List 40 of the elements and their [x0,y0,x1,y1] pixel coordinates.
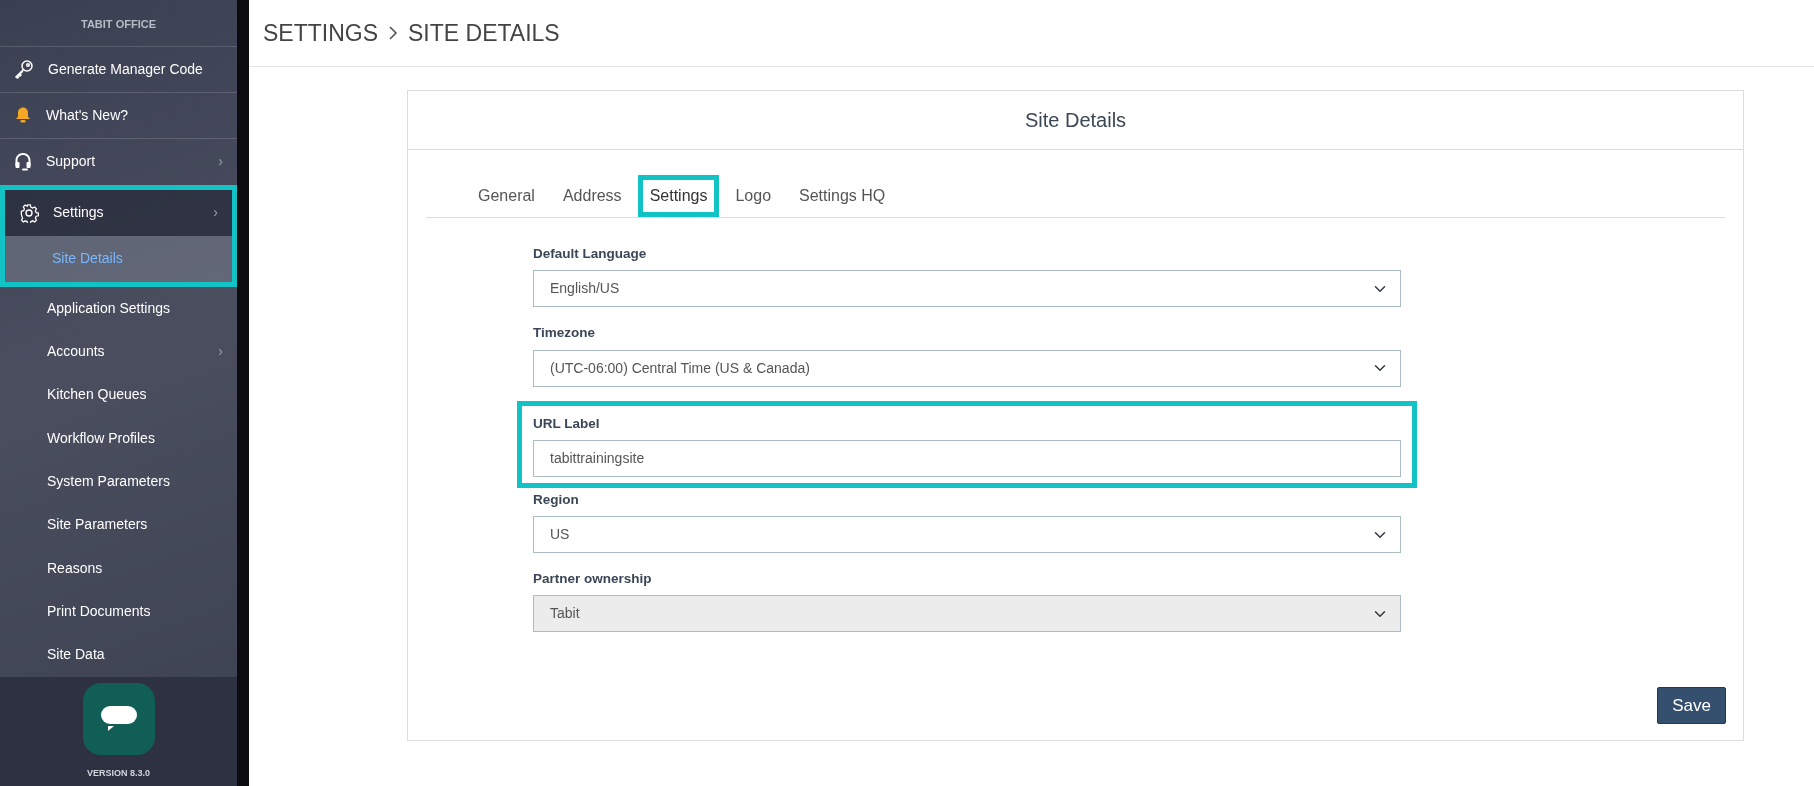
field-label: Timezone [533,324,596,343]
input-field[interactable]: tabittrainingsite [533,439,1401,477]
bell-icon [14,106,32,124]
field-label: Partner ownership [533,570,653,588]
card-title: Site Details [408,91,1743,150]
chevron-right-icon: › [213,202,218,223]
chevron-right-icon [388,25,398,41]
sidebar-subitem[interactable]: Kitchen Queues [0,373,237,417]
sidebar-subitem[interactable]: Reasons [0,546,237,590]
field-label: URL Label [533,414,601,433]
tab[interactable]: Settings HQ [787,175,898,217]
tab[interactable]: Settings [637,175,720,217]
tab[interactable]: Logo [723,175,784,217]
field-label: Default Language [533,245,648,263]
sidebar-subitem[interactable]: Print Documents [0,589,237,634]
field-label: Region [533,490,580,509]
gear-icon [19,202,39,223]
select-field[interactable]: US [533,516,1401,553]
breadcrumb-item[interactable]: SETTINGS [263,15,378,51]
headset-icon [14,152,32,171]
breadcrumb-item: SITE DETAILS [408,18,560,48]
save-button[interactable]: Save [1657,686,1726,724]
tab[interactable]: Address [550,175,634,217]
select-field[interactable]: English/US [533,270,1401,308]
key-icon [14,59,34,79]
sidebar-subitem[interactable]: System Parameters [0,459,237,504]
sidebar-subitem[interactable]: Site Parameters [0,503,237,547]
chat-button[interactable] [82,682,155,755]
chevron-right-icon: › [218,151,223,172]
chevron-right-icon: › [218,341,223,362]
tab[interactable]: General [466,175,547,217]
sidebar-item[interactable]: Settings › [5,189,232,236]
select-field[interactable]: (UTC-06:00) Central Time (US & Canada) [533,349,1401,387]
sidebar-item[interactable]: Support › [0,138,237,185]
sidebar-subitem[interactable]: Application Settings [0,286,237,330]
version-label: VERSION 8.3.0 [87,766,150,780]
chat-bubble-icon [99,703,138,734]
sidebar-subitem[interactable]: Site Data [0,633,237,677]
sidebar-subitem[interactable]: Accounts › [0,329,237,374]
sidebar-subitem[interactable]: Workflow Profiles [0,416,237,460]
